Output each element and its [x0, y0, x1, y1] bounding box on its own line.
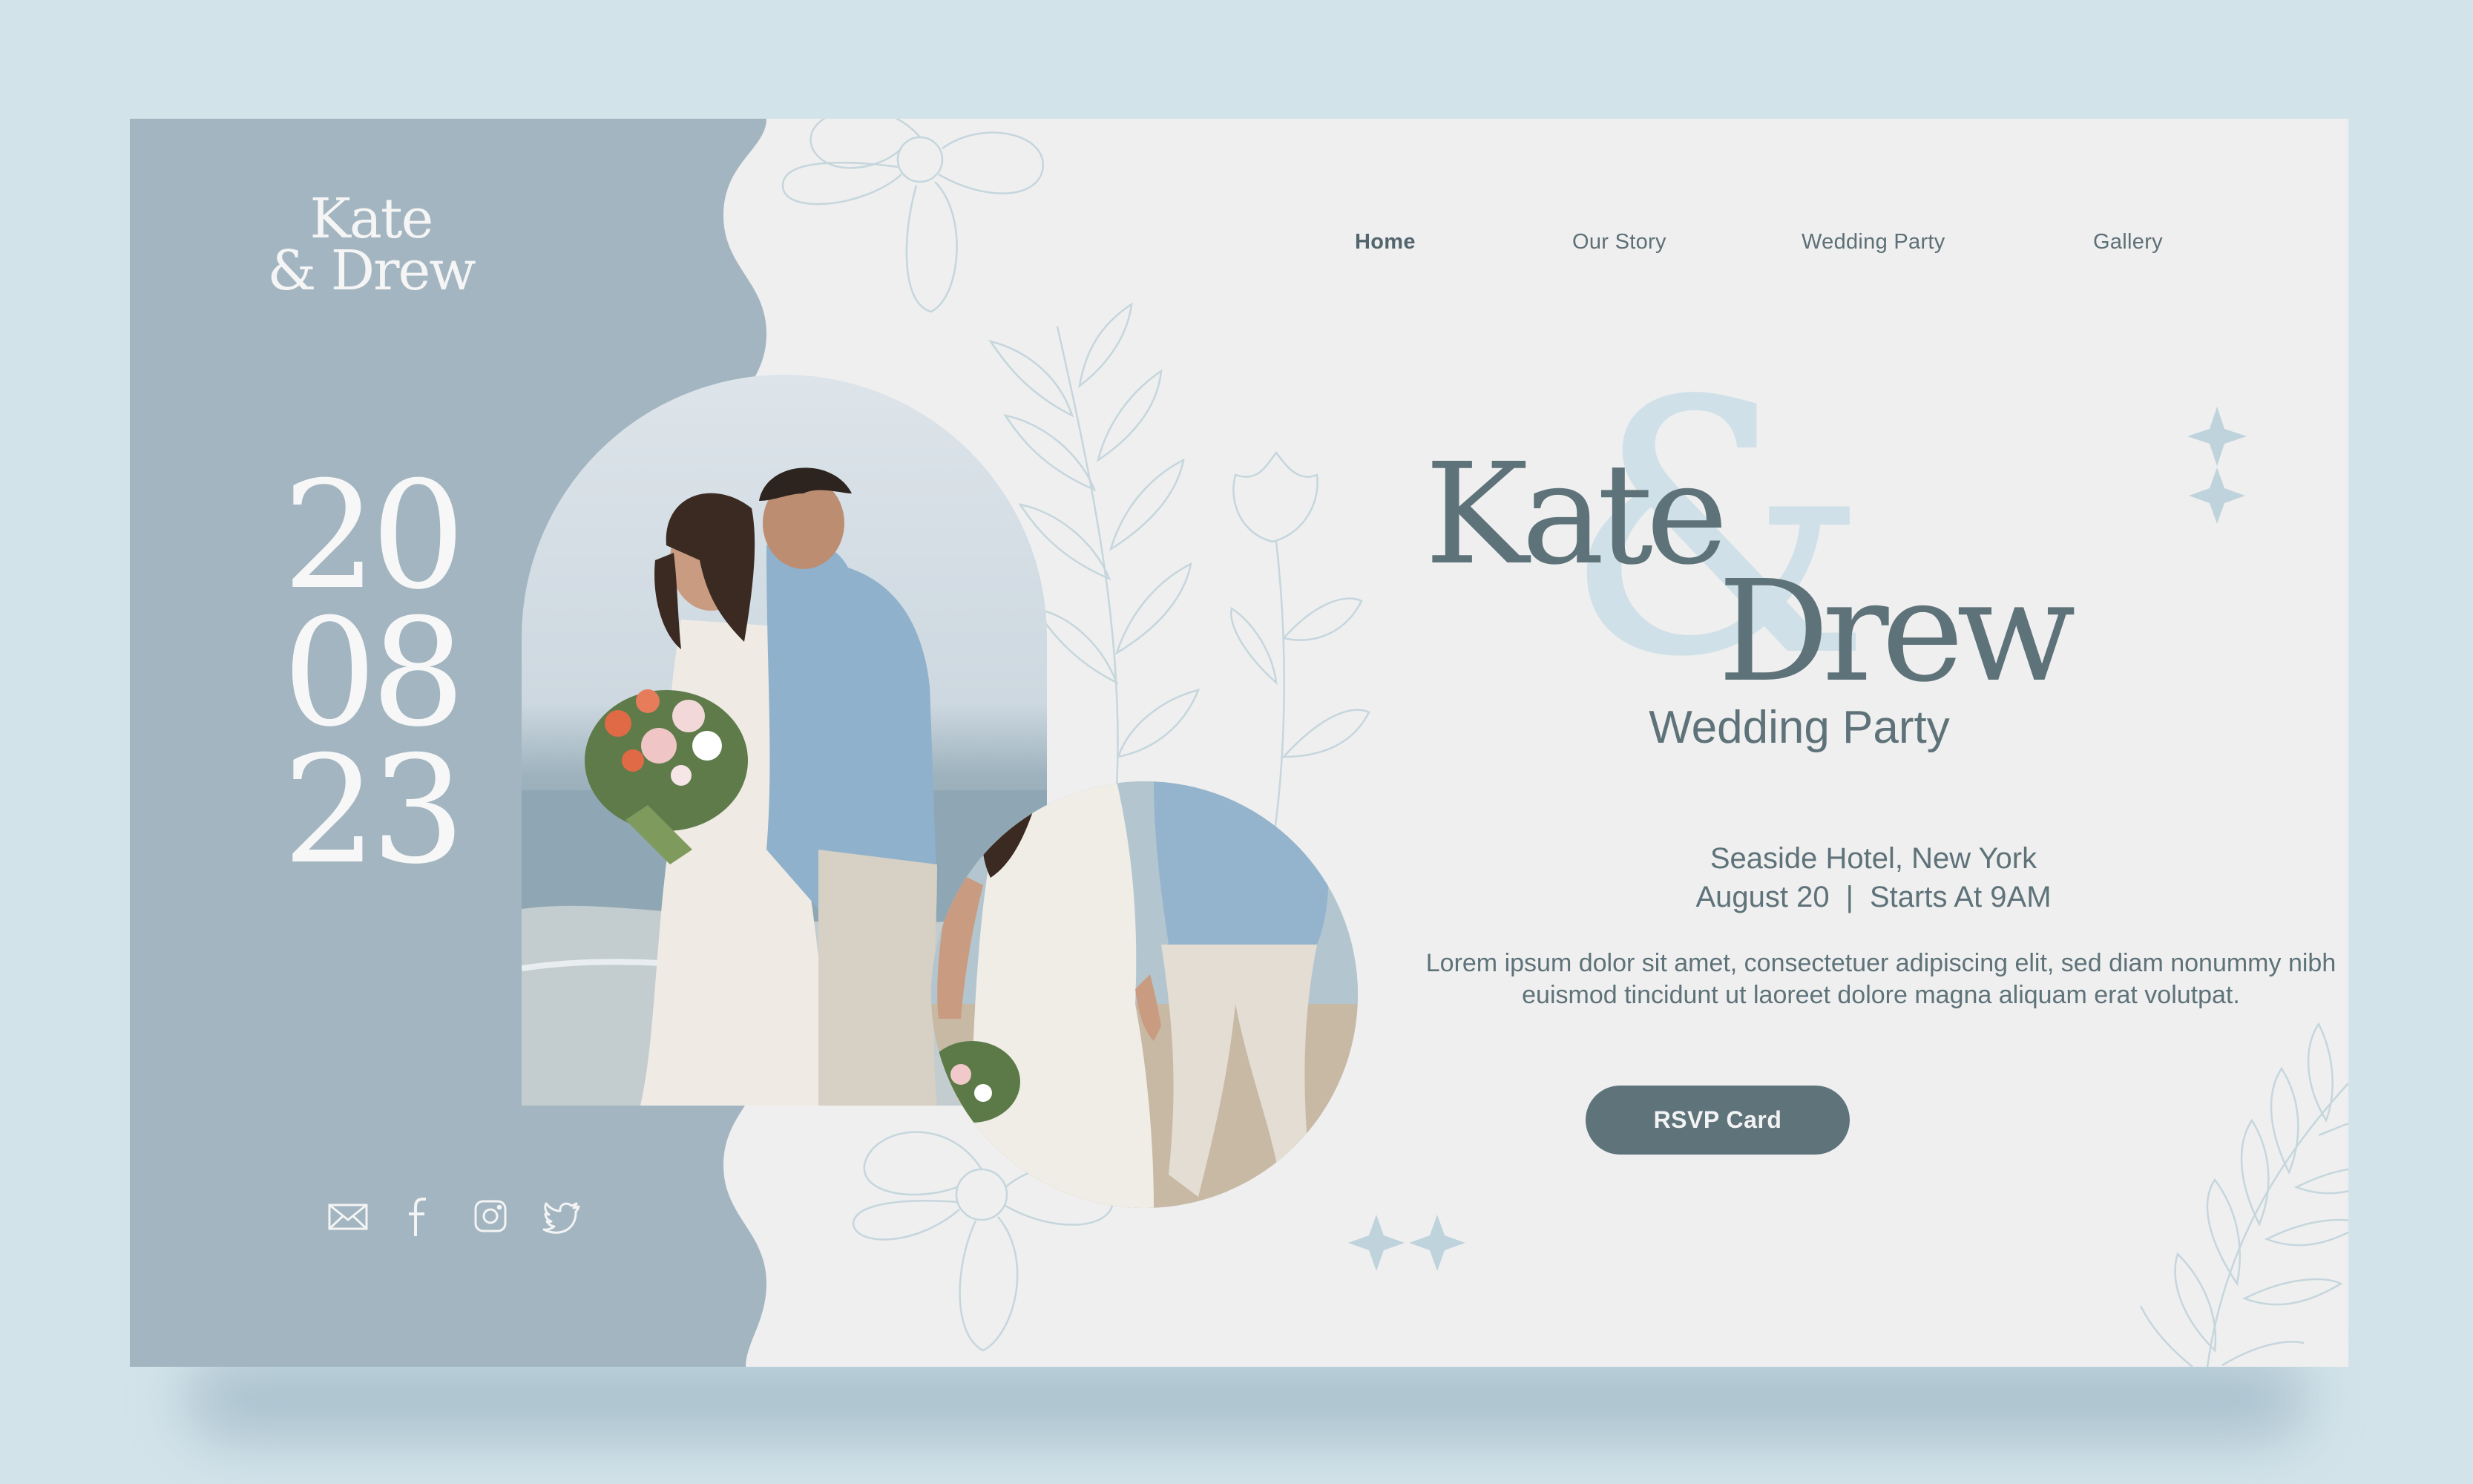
mail-icon[interactable]: [326, 1195, 370, 1238]
website-page: Kate & Drew 20 08 23 Home Our Story Wedd…: [130, 119, 2348, 1367]
site-logo[interactable]: Kate & Drew: [260, 187, 482, 303]
nav-item-wedding-party[interactable]: Wedding Party: [1802, 230, 1945, 255]
separator: |: [1845, 881, 1853, 913]
event-datetime: August 20 | Starts At 9AM: [1391, 881, 2348, 914]
page-shadow: [185, 1358, 2308, 1439]
date-year: 23: [282, 724, 466, 897]
nav-item-home[interactable]: Home: [1355, 230, 1416, 255]
logo-line-2: & Drew: [267, 239, 476, 303]
instagram-icon[interactable]: [469, 1195, 512, 1238]
event-venue: Seaside Hotel, New York: [1710, 842, 2037, 875]
nav-item-gallery[interactable]: Gallery: [2093, 230, 2163, 255]
event-time: Starts At 9AM: [1870, 881, 2052, 913]
date-day: 20: [282, 450, 466, 623]
nav-item-our-story[interactable]: Our Story: [1572, 230, 1666, 255]
social-links: [326, 1195, 583, 1238]
couple-photo-circle: [931, 781, 1358, 1208]
twitter-icon[interactable]: [540, 1195, 583, 1238]
hero-title-kate: Kate: [1425, 433, 1728, 596]
event-date: August 20: [1695, 881, 1830, 913]
wedding-date: 20 08 23: [249, 450, 493, 897]
rsvp-button[interactable]: RSVP Card: [1586, 1086, 1850, 1155]
facebook-icon[interactable]: [398, 1195, 441, 1238]
event-description: Lorem ipsum dolor sit amet, consectetuer…: [1425, 949, 2336, 1009]
date-month: 08: [282, 587, 466, 760]
logo-line-1: Kate: [309, 187, 434, 251]
hero-subtitle: Wedding Party: [1649, 702, 1950, 753]
hero-title-drew: Drew: [1718, 551, 2076, 713]
